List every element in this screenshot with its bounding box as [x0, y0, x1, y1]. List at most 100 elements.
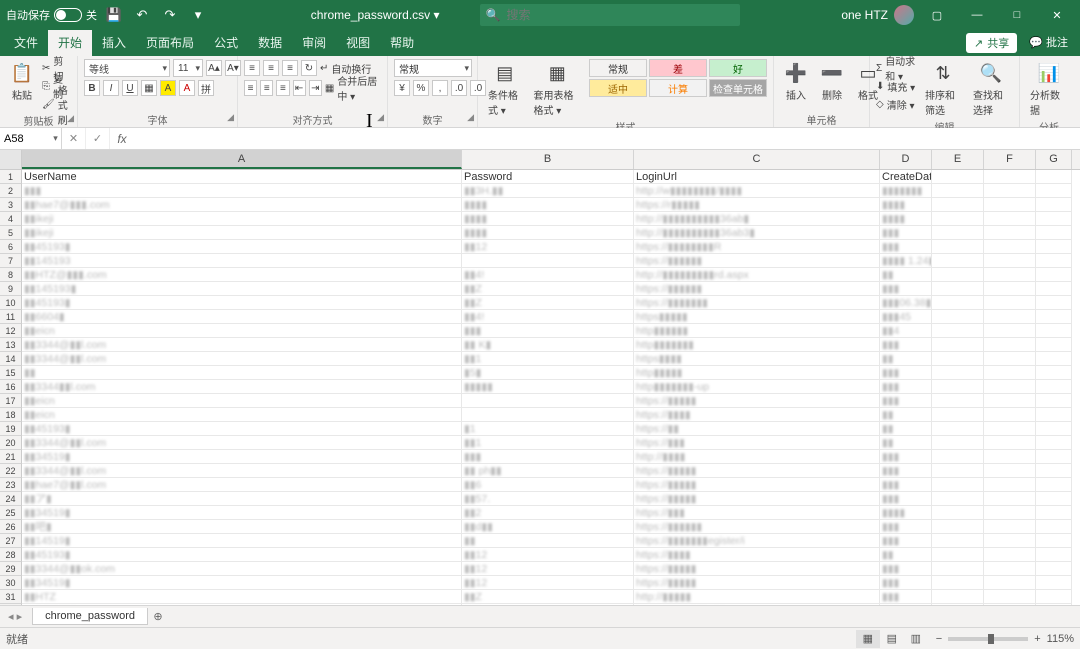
page-layout-view-icon[interactable]: ▤	[880, 630, 904, 648]
cell[interactable]: https://▮▮▮▮	[634, 408, 880, 422]
cell[interactable]: https://r▮▮▮▮▮	[634, 198, 880, 212]
undo-icon[interactable]: ↶	[131, 4, 153, 26]
cell[interactable]	[1036, 394, 1072, 408]
cell[interactable]	[932, 534, 984, 548]
conditional-format-button[interactable]: ▤条件格式 ▾	[484, 59, 526, 119]
row-header[interactable]: 19	[0, 422, 22, 436]
row-header[interactable]: 16	[0, 380, 22, 394]
cell[interactable]: ▮▮▮▮	[462, 198, 634, 212]
cell[interactable]: ▮▮▮	[880, 450, 932, 464]
cell[interactable]	[1036, 310, 1072, 324]
cell[interactable]	[984, 394, 1036, 408]
cell[interactable]	[932, 338, 984, 352]
analyze-data-button[interactable]: 📊分析数据	[1026, 59, 1072, 119]
align-mid-icon[interactable]: ≡	[263, 60, 279, 76]
save-icon[interactable]: 💾	[103, 4, 125, 26]
cell[interactable]: ▮▮▮	[880, 464, 932, 478]
cell[interactable]: ▮▮吧▮	[22, 520, 462, 534]
cell[interactable]	[1036, 492, 1072, 506]
cell[interactable]	[932, 254, 984, 268]
cell[interactable]	[1036, 436, 1072, 450]
normal-view-icon[interactable]: ▦	[856, 630, 880, 648]
cell[interactable]: ▮▮3H.▮▮	[462, 184, 634, 198]
select-all-corner[interactable]	[0, 150, 22, 169]
page-break-view-icon[interactable]: ▥	[904, 630, 928, 648]
cell[interactable]: ▮▮	[880, 422, 932, 436]
cell[interactable]: ▮▮45193▮	[22, 296, 462, 310]
cell[interactable]	[462, 408, 634, 422]
cell[interactable]	[932, 184, 984, 198]
cell[interactable]: ▮▮4!	[462, 310, 634, 324]
comma-icon[interactable]: ,	[432, 80, 448, 96]
cell[interactable]: http://▮▮▮▮▮▮▮▮▮▮36ab▮	[634, 212, 880, 226]
style-check[interactable]: 检查单元格	[709, 79, 767, 97]
cell[interactable]: https▮▮▮▮	[634, 352, 880, 366]
cell[interactable]	[462, 254, 634, 268]
style-calc[interactable]: 计算	[649, 79, 707, 97]
row-header[interactable]: 4	[0, 212, 22, 226]
dialog-launcher-icon[interactable]: ◢	[227, 112, 234, 123]
cell[interactable]: ▮5▮	[462, 366, 634, 380]
font-name-combo[interactable]: 等线	[84, 59, 170, 77]
cell[interactable]: ▮▮▮▮▮▮▮	[880, 184, 932, 198]
cell[interactable]: ▮▮▮	[880, 478, 932, 492]
cell[interactable]	[984, 576, 1036, 590]
column-headers[interactable]: ABCDEFG	[0, 150, 1080, 170]
cell[interactable]	[932, 380, 984, 394]
cell[interactable]	[984, 240, 1036, 254]
cell[interactable]	[1036, 184, 1072, 198]
cell[interactable]: https://▮▮▮▮▮	[634, 576, 880, 590]
maximize-button[interactable]: □	[1000, 0, 1034, 30]
cell[interactable]	[1036, 548, 1072, 562]
row-header[interactable]: 11	[0, 310, 22, 324]
cell-styles-gallery[interactable]: 常规 差 好 适中 计算 检查单元格	[589, 59, 767, 97]
insert-cells-button[interactable]: ➕插入	[780, 59, 812, 104]
cell[interactable]	[462, 394, 634, 408]
delete-cells-button[interactable]: ➖删除	[816, 59, 848, 104]
align-top-icon[interactable]: ≡	[244, 60, 260, 76]
cell[interactable]: ▮▮	[462, 534, 634, 548]
cell[interactable]	[984, 338, 1036, 352]
cell[interactable]: ▮▮	[880, 352, 932, 366]
cell[interactable]	[932, 282, 984, 296]
cell[interactable]: https://▮▮▮	[634, 436, 880, 450]
zoom-level[interactable]: 115%	[1047, 633, 1074, 645]
cell[interactable]	[1036, 422, 1072, 436]
cell[interactable]	[932, 226, 984, 240]
cell[interactable]	[1036, 268, 1072, 282]
cell[interactable]: https://▮▮▮▮▮	[634, 478, 880, 492]
col-header-B[interactable]: B	[462, 150, 634, 169]
cell[interactable]	[932, 212, 984, 226]
zoom-slider[interactable]	[948, 637, 1028, 641]
cell[interactable]	[1036, 534, 1072, 548]
cell[interactable]	[932, 548, 984, 562]
cell[interactable]	[984, 324, 1036, 338]
tab-公式[interactable]: 公式	[204, 30, 248, 56]
cell[interactable]	[932, 478, 984, 492]
spreadsheet-grid[interactable]: ABCDEFG 12345678910111213141516171819202…	[0, 150, 1080, 605]
autosave-toggle[interactable]: 自动保存 关	[6, 7, 97, 23]
cell[interactable]	[932, 310, 984, 324]
row-header[interactable]: 5	[0, 226, 22, 240]
cell[interactable]: ▮▮▮	[22, 184, 462, 198]
cell[interactable]: ▮▮▮06.38▮	[880, 296, 932, 310]
cell[interactable]	[1036, 212, 1072, 226]
cell[interactable]: ▮▮145193▮	[22, 282, 462, 296]
qat-more-icon[interactable]: ▾	[187, 4, 209, 26]
cell[interactable]: http://▮▮▮▮▮▮▮▮▮rd.aspx	[634, 268, 880, 282]
style-good[interactable]: 好	[709, 59, 767, 77]
align-left-icon[interactable]: ≡	[244, 80, 257, 96]
name-box-input[interactable]	[0, 133, 50, 145]
row-header[interactable]: 27	[0, 534, 22, 548]
bold-icon[interactable]: B	[84, 80, 100, 96]
col-header-F[interactable]: F	[984, 150, 1036, 169]
cell[interactable]: ▮▮45193▮	[22, 240, 462, 254]
cell[interactable]: ▮▮1	[462, 352, 634, 366]
cell[interactable]	[1036, 590, 1072, 604]
cell[interactable]: ▮▮ikeji	[22, 212, 462, 226]
cell[interactable]	[1036, 464, 1072, 478]
align-bot-icon[interactable]: ≡	[282, 60, 298, 76]
cell[interactable]: https://▮▮▮▮▮	[634, 562, 880, 576]
cell[interactable]: ▮▮34519▮	[22, 450, 462, 464]
cell[interactable]	[932, 268, 984, 282]
